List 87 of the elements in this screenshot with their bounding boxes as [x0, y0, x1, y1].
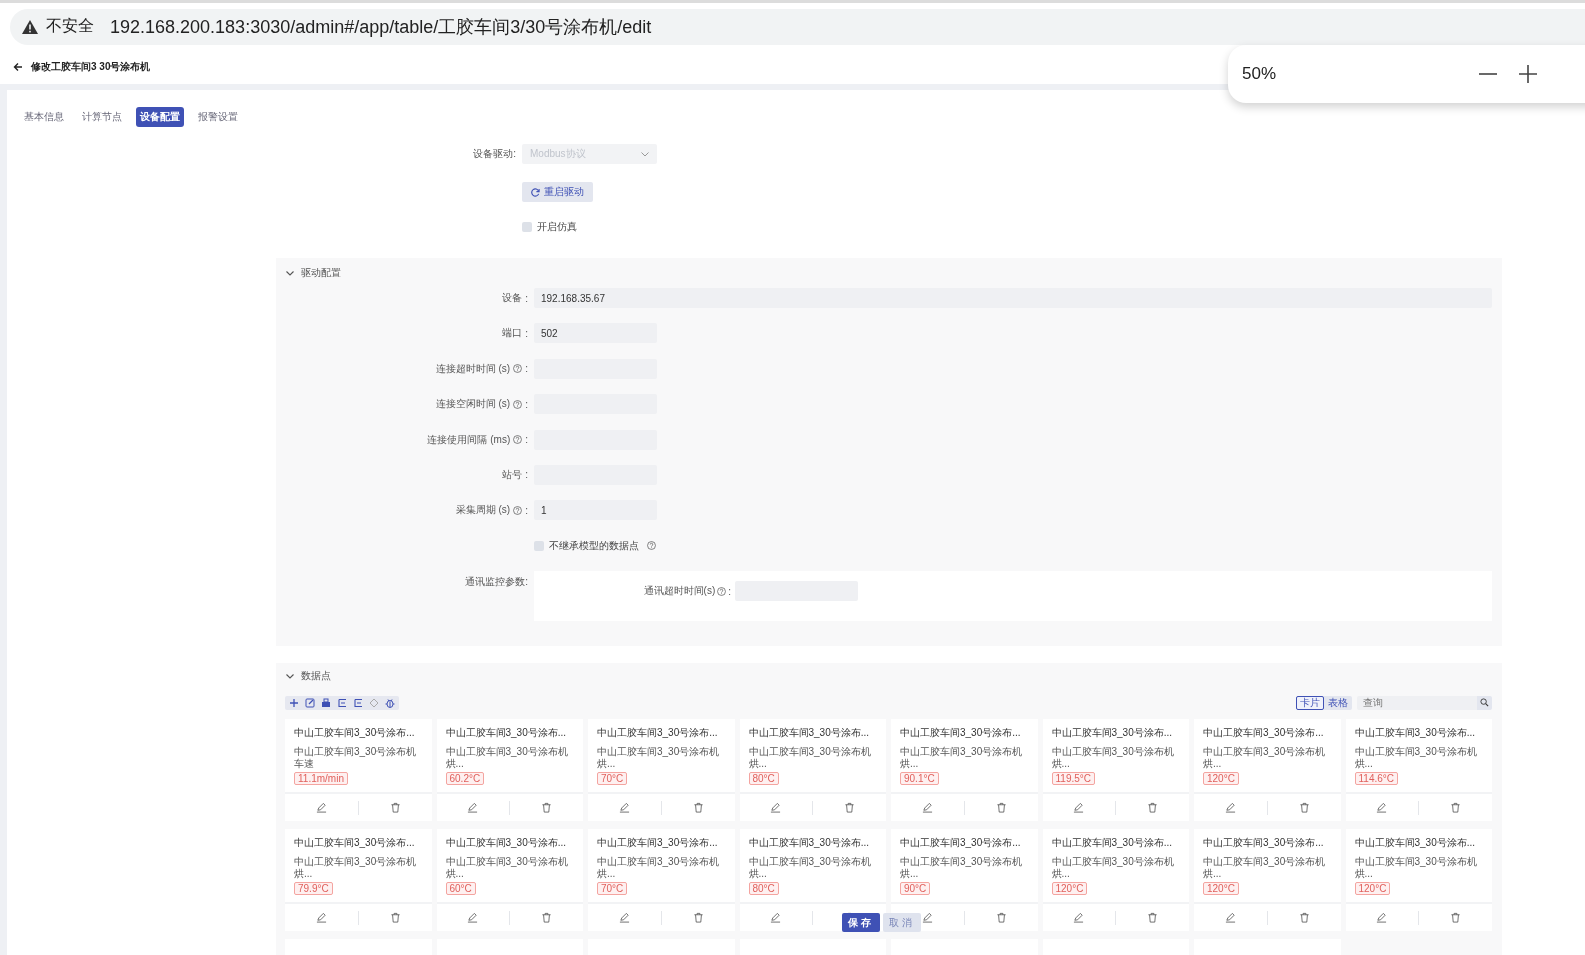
value-tag: 120°C — [1203, 772, 1239, 786]
field-label: 连接使用间隔 (ms) — [427, 432, 511, 447]
card-title: 中山工胶车间3_30号涂布... — [294, 836, 416, 851]
search-field[interactable]: 查询 — [1357, 695, 1477, 710]
card-title: 中山工胶车间3_30号涂布... — [1203, 726, 1325, 741]
field-label: 连接超时时间 (s) — [435, 361, 511, 376]
card-subtitle: 中山工胶车间3_30号涂布机烘... — [1051, 746, 1175, 771]
card-subtitle: 中山工胶车间3_30号涂布机烘... — [445, 746, 569, 771]
security-label[interactable]: 不安全 — [46, 16, 94, 37]
view-toggle-button[interactable]: 卡片 — [1296, 695, 1324, 710]
card-title: 中山工胶车间3_30号涂布... — [597, 836, 719, 851]
colon: : — [525, 469, 528, 481]
input-field[interactable]: 502 — [534, 323, 657, 344]
field-label: 通讯超时时间(s) — [643, 584, 716, 599]
view-toggle-button[interactable]: 表格 — [1324, 695, 1352, 710]
value-tag: 60.2°C — [445, 772, 485, 786]
tab[interactable]: 基本信息 — [20, 107, 68, 127]
card-title: 中山工胶车间3_30号涂布... — [748, 836, 871, 851]
checkbox-label[interactable]: 开启仿真 — [537, 220, 577, 234]
section-title[interactable]: 驱动配置 — [301, 266, 341, 280]
card-subtitle: 中山工胶车间3_30号涂布机烘... — [1354, 746, 1478, 771]
zoom-level: 50% — [1242, 64, 1278, 84]
card-subtitle: 中山工胶车间3_30号涂布机烘... — [748, 856, 872, 881]
card-title: 中山工胶车间3_30号涂布... — [1354, 836, 1477, 851]
colon: : — [525, 327, 528, 339]
field-label: 连接空闲时间 (s) — [435, 397, 511, 412]
colon: : — [525, 434, 528, 446]
value-tag: 70°C — [597, 882, 628, 896]
value-tag: 70°C — [597, 772, 628, 786]
section-title[interactable]: 数据点 — [301, 669, 331, 684]
colon: : — [728, 585, 731, 597]
card-subtitle: 中山工胶车间3_30号涂布机烘... — [748, 746, 872, 771]
card-subtitle: 中山工胶车间3_30号涂布机烘... — [1051, 856, 1175, 881]
field-label: 采集周期 (s) — [455, 503, 511, 518]
page-title: 修改工胶车间3 30号涂布机 — [31, 60, 151, 74]
card-title: 中山工胶车间3_30号涂布... — [1354, 726, 1477, 741]
card-subtitle: 中山工胶车间3_30号涂布机烘... — [445, 856, 569, 881]
card-subtitle: 中山工胶车间3_30号涂布机烘... — [900, 856, 1024, 881]
card-title: 中山工胶车间3_30号涂布... — [445, 836, 568, 851]
tab[interactable]: 报警设置 — [194, 107, 242, 127]
field-label: 站号 — [502, 467, 523, 482]
value-tag: 120°C — [1354, 882, 1391, 896]
colon: : — [525, 363, 528, 375]
colon: : — [525, 398, 528, 410]
card-title: 中山工胶车间3_30号涂布... — [1051, 836, 1174, 851]
field-label: 端口 — [502, 326, 523, 341]
value-tag: 90°C — [900, 882, 931, 896]
value-tag: 120°C — [1051, 882, 1088, 896]
card-title: 中山工胶车间3_30号涂布... — [294, 726, 416, 741]
card-title: 中山工胶车间3_30号涂布... — [748, 726, 871, 741]
address-bar[interactable]: 不安全 192.168.200.183:3030/admin#/app/table/工胶车间3/30号涂布机/edit — [10, 8, 1585, 45]
card-subtitle: 中山工胶车间3_30号涂布机烘... — [294, 856, 418, 881]
save-button[interactable]: 保存 — [842, 913, 880, 932]
card-subtitle: 中山工胶车间3_30号涂布机烘... — [597, 856, 721, 881]
card-title: 中山工胶车间3_30号涂布... — [1051, 726, 1174, 741]
card-title: 中山工胶车间3_30号涂布... — [900, 836, 1022, 851]
card-subtitle: 中山工胶车间3_30号涂布机烘... — [1203, 746, 1327, 771]
value-tag: 114.6°C — [1354, 772, 1398, 786]
colon: : — [525, 292, 528, 304]
card-title: 中山工胶车间3_30号涂布... — [445, 726, 568, 741]
field-label: 设备 — [502, 291, 523, 305]
card-subtitle: 中山工胶车间3_30号涂布机烘... — [900, 746, 1024, 771]
restart-button[interactable]: 重启驱动 — [522, 182, 593, 202]
value-tag: 90.1°C — [900, 772, 939, 786]
input-field[interactable]: 192.168.35.67 — [534, 288, 1492, 308]
tab[interactable]: 计算节点 — [78, 107, 126, 127]
value-tag: 80°C — [748, 772, 779, 786]
card-title: 中山工胶车间3_30号涂布... — [597, 726, 719, 741]
card-subtitle: 中山工胶车间3_30号涂布机烘... — [1203, 856, 1327, 881]
checkbox-label[interactable]: 不继承模型的数据点 — [549, 538, 639, 553]
field-label: 通讯监控参数: — [465, 575, 528, 590]
card-subtitle: 中山工胶车间3_30号涂布机车速 — [294, 746, 418, 771]
input-field[interactable]: 1 — [534, 500, 657, 521]
url-text[interactable]: 192.168.200.183:3030/admin#/app/table/工胶车间3/30号涂布机/edit — [110, 14, 652, 39]
card-title: 中山工胶车间3_30号涂布... — [1203, 836, 1325, 851]
value-tag: 80°C — [748, 882, 779, 896]
tab[interactable]: 设备配置 — [136, 107, 184, 127]
value-tag: 119.5°C — [1051, 772, 1095, 786]
value-tag: 11.1m/min — [294, 772, 348, 786]
card-subtitle: 中山工胶车间3_30号涂布机烘... — [1354, 856, 1478, 881]
card-title: 中山工胶车间3_30号涂布... — [900, 726, 1022, 741]
card-subtitle: 中山工胶车间3_30号涂布机烘... — [597, 746, 721, 771]
value-tag: 60°C — [445, 882, 476, 896]
value-tag: 79.9°C — [294, 882, 333, 896]
field-label: 设备驱动: — [472, 147, 517, 161]
colon: : — [525, 504, 528, 516]
value-tag: 120°C — [1203, 882, 1239, 896]
